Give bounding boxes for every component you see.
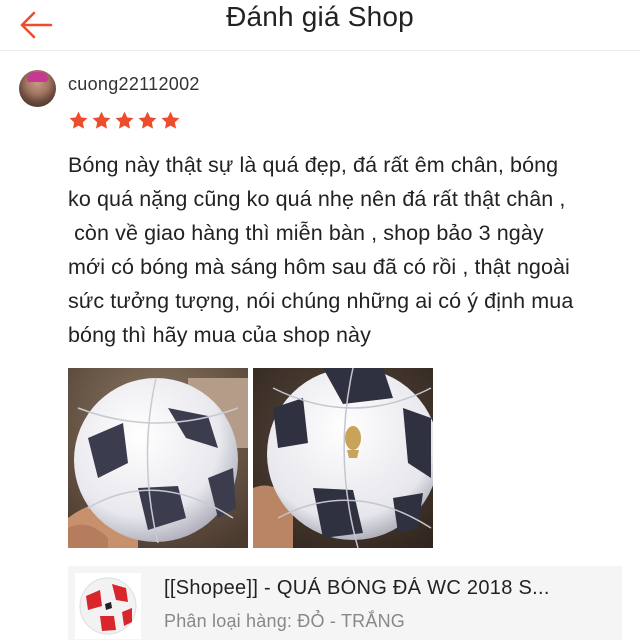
product-card[interactable]: [[Shopee]] - QUẢ BÓNG ĐÁ WC 2018 S... Ph…: [68, 566, 622, 640]
review-text-line: mới có bóng mà sáng hôm sau đã có rồi , …: [68, 255, 570, 279]
star-icon: [161, 111, 180, 129]
review-photo-2[interactable]: [253, 368, 433, 548]
star-icon: [115, 111, 134, 129]
rating-stars: [68, 110, 181, 131]
product-name[interactable]: [[Shopee]] - QUẢ BÓNG ĐÁ WC 2018 S...: [164, 577, 604, 600]
red-soccer-ball-icon: [79, 577, 137, 635]
product-variant: Phân loại hàng: ĐỎ - TRẮNG: [164, 611, 405, 631]
review-text-line: bóng thì hãy mua của shop này: [68, 323, 371, 347]
review-text-line: ko quá nặng cũng ko quá nhẹ nên đá rất t…: [68, 187, 566, 211]
star-icon: [138, 111, 157, 129]
review-text-line: Bóng này thật sự là quá đẹp, đá rất êm c…: [68, 153, 559, 177]
review-photo-1[interactable]: [68, 368, 248, 548]
review-text-line: sức tưởng tượng, nói chúng những ai có ý…: [68, 289, 574, 313]
review-text: Bóng này thật sự là quá đẹp, đá rất êm c…: [68, 148, 608, 352]
review-text-line: còn về giao hàng thì miễn bàn , shop bảo…: [68, 221, 544, 245]
star-icon: [69, 111, 88, 129]
avatar[interactable]: [19, 70, 56, 107]
reviewer-username[interactable]: cuong22112002: [68, 74, 200, 95]
star-icon: [92, 111, 111, 129]
header-bar: Đánh giá Shop: [0, 0, 640, 51]
page-title: Đánh giá Shop: [226, 1, 414, 32]
product-thumbnail: [75, 573, 141, 639]
